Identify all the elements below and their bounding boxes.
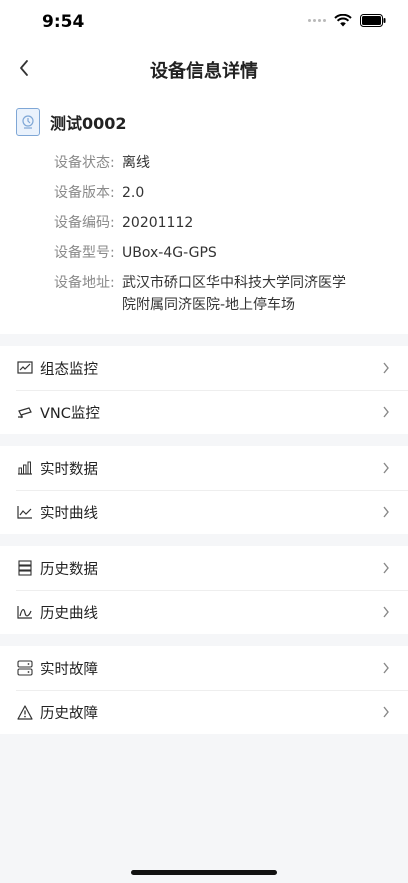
chevron-right-icon: [380, 605, 392, 619]
status-bar: 9:54: [0, 0, 408, 44]
menu-group-faults: 实时故障 历史故障: [0, 646, 408, 734]
bar-chart-icon: [16, 459, 34, 477]
monitor-chart-icon: [16, 359, 34, 377]
menu-item-realtime-fault[interactable]: 实时故障: [0, 646, 408, 690]
menu-group-history: 历史数据 历史曲线: [0, 546, 408, 634]
server-icon: [16, 659, 34, 677]
info-label: 设备地址:: [54, 275, 115, 291]
menu-item-history-fault[interactable]: 历史故障: [0, 690, 408, 734]
menu-label: 历史数据: [40, 561, 98, 578]
chevron-right-icon: [380, 405, 392, 419]
warning-icon: [16, 703, 34, 721]
info-value: 20201112: [122, 215, 194, 231]
battery-icon: [360, 14, 386, 27]
info-row-address: 设备地址: 武汉市硚口区华中科技大学同济医学院附属同济医院-地上停车场: [16, 272, 392, 316]
info-label: 设备状态:: [54, 155, 115, 171]
menu-item-history-curve[interactable]: 历史曲线: [0, 590, 408, 634]
info-value: 离线: [122, 155, 150, 171]
menu-label: 实时故障: [40, 661, 98, 678]
menu-item-config-monitor[interactable]: 组态监控: [0, 346, 408, 390]
info-label: 设备版本:: [54, 185, 115, 201]
wifi-icon: [334, 14, 352, 27]
device-icon: [16, 108, 40, 136]
menu-label: 历史曲线: [40, 605, 98, 622]
navigation-bar: 设备信息详情: [0, 44, 408, 92]
chevron-right-icon: [380, 505, 392, 519]
info-value: 2.0: [122, 185, 145, 201]
menu-label: VNC监控: [40, 405, 100, 422]
info-row-status: 设备状态: 离线: [16, 152, 392, 174]
menu-item-realtime-curve[interactable]: 实时曲线: [0, 490, 408, 534]
chevron-right-icon: [380, 361, 392, 375]
line-chart-icon: [16, 503, 34, 521]
device-name: 测试0002: [50, 114, 127, 133]
chevron-right-icon: [380, 705, 392, 719]
page-title: 设备信息详情: [150, 61, 258, 82]
info-value: UBox-4G-GPS: [122, 245, 217, 261]
chevron-right-icon: [380, 461, 392, 475]
camera-icon: [16, 403, 34, 421]
menu-label: 实时曲线: [40, 505, 98, 522]
curve-chart-icon: [16, 603, 34, 621]
device-header: 测试0002: [16, 104, 392, 140]
menu-group-monitoring: 组态监控 VNC监控: [0, 346, 408, 434]
chevron-right-icon: [380, 561, 392, 575]
menu-label: 历史故障: [40, 705, 98, 722]
home-indicator[interactable]: [131, 870, 277, 875]
database-icon: [16, 559, 34, 577]
menu-label: 组态监控: [40, 361, 98, 378]
info-row-code: 设备编码: 20201112: [16, 212, 392, 234]
status-indicators: [308, 14, 386, 27]
cellular-signal-icon: [308, 19, 326, 22]
chevron-right-icon: [380, 661, 392, 675]
menu-item-vnc-monitor[interactable]: VNC监控: [0, 390, 408, 434]
info-row-model: 设备型号: UBox-4G-GPS: [16, 242, 392, 264]
menu-item-history-data[interactable]: 历史数据: [0, 546, 408, 590]
info-row-version: 设备版本: 2.0: [16, 182, 392, 204]
menu-item-realtime-data[interactable]: 实时数据: [0, 446, 408, 490]
menu-label: 实时数据: [40, 461, 98, 478]
device-info-card: 测试0002 设备状态: 离线 设备版本: 2.0 设备编码: 20201112…: [0, 92, 408, 334]
info-label: 设备编码:: [54, 215, 115, 231]
menu-group-realtime: 实时数据 实时曲线: [0, 446, 408, 534]
info-label: 设备型号:: [54, 245, 115, 261]
info-value: 武汉市硚口区华中科技大学同济医学院附属同济医院-地上停车场: [122, 275, 346, 313]
status-time: 9:54: [42, 12, 85, 32]
